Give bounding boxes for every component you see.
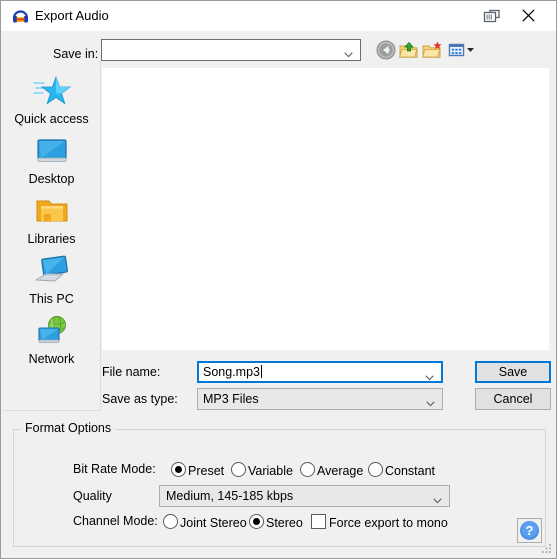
bit-rate-mode-label: Bit Rate Mode: xyxy=(73,462,156,476)
sidebar-item-network[interactable]: Network xyxy=(2,311,101,366)
chevron-down-icon xyxy=(426,396,435,407)
radio-dot xyxy=(249,514,264,529)
save-in-label: Save in: xyxy=(53,47,99,61)
sidebar-item-label: Quick access xyxy=(14,112,89,126)
places-bar: Quick access Desktop Libraries This PC N… xyxy=(2,61,101,411)
network-globe-icon xyxy=(2,311,101,351)
radio-label: Preset xyxy=(188,464,225,478)
radio-dot xyxy=(300,462,315,477)
new-folder-button[interactable] xyxy=(421,39,443,61)
radio-dot xyxy=(171,462,186,477)
back-button[interactable] xyxy=(375,39,397,61)
view-menu-button[interactable] xyxy=(447,39,477,61)
sidebar-item-label: Desktop xyxy=(28,172,75,186)
sidebar-item-quick-access[interactable]: Quick access xyxy=(2,71,101,126)
up-one-level-button[interactable] xyxy=(398,39,420,61)
radio-label: Variable xyxy=(248,464,293,478)
window-title: Export Audio xyxy=(35,8,109,23)
quality-label: Quality xyxy=(73,489,112,503)
file-name-label: File name: xyxy=(102,365,161,379)
radio-label: Stereo xyxy=(266,516,303,530)
channel-mode-label: Channel Mode: xyxy=(73,514,158,528)
radio-label: Constant xyxy=(385,464,436,478)
restore-window-icon[interactable] xyxy=(483,9,501,23)
export-audio-dialog: Export Audio Save in: Quick access Deskt… xyxy=(0,0,557,559)
radio-dot xyxy=(231,462,246,477)
quality-value: Medium, 145-185 kbps xyxy=(166,489,294,503)
checkbox-force-export-to-mono[interactable]: Force export to mono xyxy=(311,514,448,530)
radio-bit-rate-preset[interactable]: Preset xyxy=(171,462,224,478)
radio-bit-rate-constant[interactable]: Constant xyxy=(368,462,435,478)
chevron-down-icon xyxy=(344,47,353,58)
save-as-type-combobox[interactable]: MP3 Files xyxy=(197,388,443,410)
checkbox-label: Force export to mono xyxy=(329,516,448,530)
resize-grip[interactable] xyxy=(541,543,553,555)
radio-bit-rate-average[interactable]: Average xyxy=(300,462,363,478)
cancel-button[interactable]: Cancel xyxy=(475,388,551,410)
chevron-down-icon[interactable] xyxy=(425,370,434,381)
file-name-input[interactable]: Song.mp3 xyxy=(197,361,443,383)
audacity-headphones-icon xyxy=(12,8,29,24)
quality-combobox[interactable]: Medium, 145-185 kbps xyxy=(159,485,450,507)
sidebar-item-label: Libraries xyxy=(27,232,76,246)
sidebar-item-libraries[interactable]: Libraries xyxy=(2,191,101,246)
file-name-value: Song.mp3 xyxy=(203,365,260,379)
format-options-title: Format Options xyxy=(21,421,116,435)
text-caret xyxy=(260,365,262,378)
quick-access-star-icon xyxy=(2,71,101,111)
radio-bit-rate-variable[interactable]: Variable xyxy=(231,462,293,478)
desktop-monitor-icon xyxy=(2,131,101,171)
save-as-type-label: Save as type: xyxy=(102,392,178,406)
sidebar-item-desktop[interactable]: Desktop xyxy=(2,131,101,186)
help-button[interactable]: ? xyxy=(517,518,542,543)
save-in-combobox[interactable] xyxy=(101,39,361,61)
chevron-down-icon xyxy=(433,493,442,504)
radio-label: Average xyxy=(317,464,364,478)
radio-channel-joint-stereo[interactable]: Joint Stereo xyxy=(163,514,247,530)
file-list[interactable] xyxy=(101,67,550,351)
title-bar: Export Audio xyxy=(1,1,556,31)
this-pc-computer-icon xyxy=(2,251,101,291)
sidebar-item-label: Network xyxy=(28,352,75,366)
sidebar-item-this-pc[interactable]: This PC xyxy=(2,251,101,306)
save-as-type-value: MP3 Files xyxy=(203,392,259,406)
sidebar-item-label: This PC xyxy=(29,292,74,306)
save-button[interactable]: Save xyxy=(475,361,551,383)
svg-text:?: ? xyxy=(526,523,534,538)
radio-dot xyxy=(163,514,178,529)
checkbox-box xyxy=(311,514,326,529)
radio-label: Joint Stereo xyxy=(180,516,247,530)
radio-channel-stereo[interactable]: Stereo xyxy=(249,514,303,530)
libraries-folder-icon xyxy=(2,191,101,231)
radio-dot xyxy=(368,462,383,477)
close-icon[interactable] xyxy=(514,6,546,26)
